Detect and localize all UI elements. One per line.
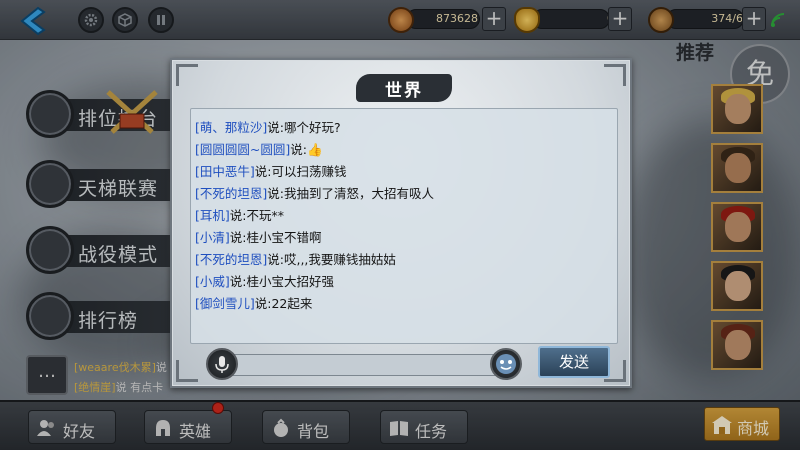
sender-name[interactable]: [耳机] xyxy=(195,208,230,223)
microphone-icon xyxy=(215,356,229,373)
chat-input[interactable] xyxy=(226,354,496,376)
world-chat-dialog: 世界 [萌、那粒沙]说:哪个好玩? [圆圆圆圆~圆圆]说:👍 [田中恶牛]说:可… xyxy=(170,58,632,388)
chat-message: [圆圆圆圆~圆圆]说:👍 xyxy=(195,139,323,158)
sender-name[interactable]: [田中恶牛] xyxy=(195,164,255,179)
message-text: 说:桂小宝不错啊 xyxy=(229,230,322,245)
sender-name[interactable]: [圆圆圆圆~圆圆] xyxy=(195,142,290,157)
sender-name[interactable]: [不死的坦恩] xyxy=(195,252,267,267)
corner-ornament xyxy=(176,64,198,86)
message-list[interactable]: [萌、那粒沙]说:哪个好玩? [圆圆圆圆~圆圆]说:👍 [田中恶牛]说:可以扫荡… xyxy=(190,108,618,344)
message-text: 说:可以扫荡赚钱 xyxy=(254,164,347,179)
chat-message: [不死的坦恩]说:哎,,,我要赚钱抽姑姑 xyxy=(195,249,396,268)
sender-name[interactable]: [小清] xyxy=(195,230,230,245)
sender-name[interactable]: [不死的坦恩] xyxy=(195,186,267,201)
voice-button[interactable] xyxy=(206,348,238,380)
chat-message: [小威]说:桂小宝大招好强 xyxy=(195,271,334,290)
message-text: 说:哪个好玩? xyxy=(267,120,341,135)
message-text: 说:👍 xyxy=(290,142,323,157)
sender-name[interactable]: [御剑雪儿] xyxy=(195,296,255,311)
chat-message: [耳机]说:不玩** xyxy=(195,205,284,224)
message-text: 说:不玩** xyxy=(229,208,284,223)
chat-message: [田中恶牛]说:可以扫荡赚钱 xyxy=(195,161,346,180)
message-text: 说:22起来 xyxy=(254,296,313,311)
chat-message: [御剑雪儿]说:22起来 xyxy=(195,293,312,312)
send-button[interactable]: 发送 xyxy=(538,346,610,378)
chat-input-row xyxy=(206,348,526,380)
chat-message: [萌、那粒沙]说:哪个好玩? xyxy=(195,117,341,136)
corner-ornament xyxy=(176,360,198,382)
corner-ornament xyxy=(604,64,626,86)
dialog-title: 世界 xyxy=(385,81,423,101)
sender-name[interactable]: [小威] xyxy=(195,274,230,289)
emoji-button[interactable] xyxy=(490,348,522,380)
chat-message: [不死的坦恩]说:我抽到了清怒，大招有吸人 xyxy=(195,183,434,202)
chat-message: [小清]说:桂小宝不错啊 xyxy=(195,227,321,246)
message-text: 说:我抽到了清怒，大招有吸人 xyxy=(267,186,434,201)
sender-name[interactable]: [萌、那粒沙] xyxy=(195,120,267,135)
message-text: 说:哎,,,我要赚钱抽姑姑 xyxy=(267,252,396,267)
message-text: 说:桂小宝大招好强 xyxy=(229,274,334,289)
smiley-face-icon xyxy=(496,354,516,374)
